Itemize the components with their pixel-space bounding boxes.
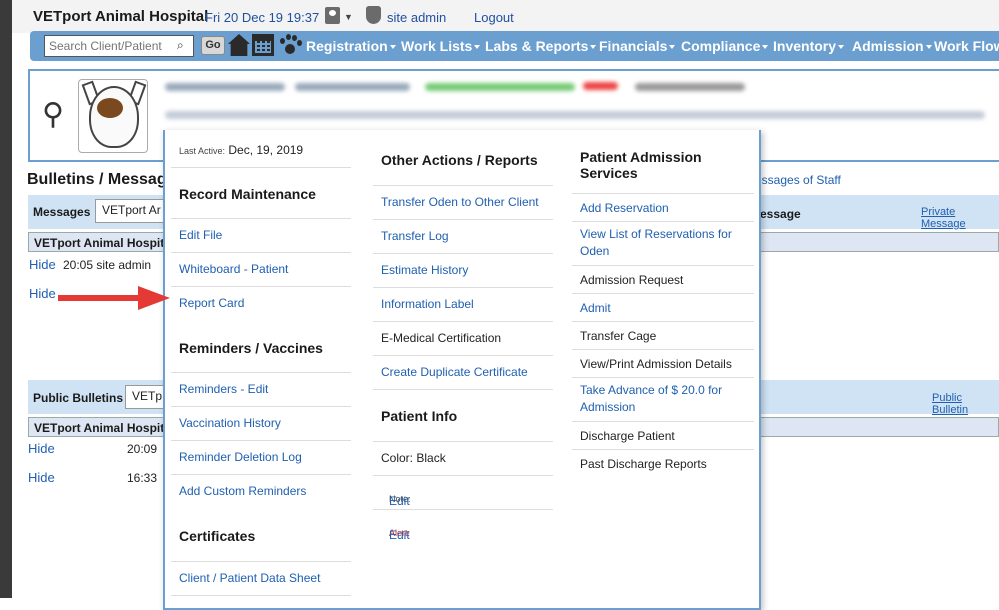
- menu-registration[interactable]: Registration: [306, 38, 396, 54]
- menu-work-lists[interactable]: Work Lists: [401, 38, 480, 54]
- view-reservations-link[interactable]: View List of Reservations for Oden: [572, 222, 754, 266]
- information-label-link[interactable]: Information Label: [373, 288, 553, 322]
- e-medical-certification-link[interactable]: E-Medical Certification: [373, 322, 553, 356]
- public-bulletin-link[interactable]: Public Bulletin: [932, 392, 999, 416]
- add-reservation-link[interactable]: Add Reservation: [572, 194, 754, 222]
- admit-link[interactable]: Admit: [572, 294, 754, 322]
- public-bulletins-label: Public Bulletins: [33, 391, 124, 405]
- alert-edit-link[interactable]: Edit: [389, 528, 545, 542]
- reminder-deletion-log-link[interactable]: Reminder Deletion Log: [171, 441, 351, 475]
- patient-info-heading: Patient Info: [381, 408, 458, 424]
- paw-icon[interactable]: [278, 34, 302, 56]
- spayed-female-icon: ⚲: [42, 98, 64, 131]
- message-column-header: essage: [760, 207, 801, 221]
- main-nav: ⌕ Go Registration Work Lists Labs & Repo…: [30, 31, 999, 61]
- reminders-heading: Reminders / Vaccines: [179, 340, 323, 356]
- patient-actions-popup: Last Active: Dec, 19, 2019 Record Mainte…: [163, 130, 761, 610]
- discharge-patient-link[interactable]: Discharge Patient: [572, 422, 754, 450]
- create-duplicate-certificate-link[interactable]: Create Duplicate Certificate: [373, 356, 553, 390]
- admission-heading: Patient Admission Services: [580, 149, 702, 181]
- search-icon[interactable]: ⌕: [177, 38, 184, 53]
- blurred-client-info: [165, 83, 285, 91]
- staff-messages-link[interactable]: essages of Staff: [755, 173, 841, 187]
- search-input[interactable]: [44, 35, 194, 57]
- go-button[interactable]: Go: [201, 36, 225, 55]
- patient-avatar[interactable]: [78, 79, 148, 153]
- hospital-name: VETport Animal Hospital: [33, 8, 209, 25]
- public-hospital-header: VETport Animal Hospit: [34, 421, 165, 435]
- blurred-test-badge: [583, 82, 618, 90]
- messages-hospital-header: VETport Animal Hospit: [34, 236, 165, 250]
- top-bar: VETport Animal Hospital Fri 20 Dec 19 19…: [12, 0, 999, 33]
- hide-link[interactable]: Hide: [29, 286, 56, 301]
- left-edge-bar: [0, 0, 12, 598]
- home-icon[interactable]: [228, 34, 250, 56]
- report-card-link[interactable]: Report Card: [171, 287, 351, 321]
- red-arrow-annotation: [58, 286, 170, 310]
- edit-file-link[interactable]: Edit File: [171, 219, 351, 253]
- view-print-admission-link[interactable]: View/Print Admission Details: [572, 350, 754, 378]
- blurred-accounting: [635, 83, 745, 91]
- blurred-email-status: [425, 83, 575, 91]
- logout-link[interactable]: Logout: [474, 10, 514, 25]
- certificates-heading: Certificates: [179, 528, 256, 544]
- whiteboard-patient-link[interactable]: Whiteboard - Patient: [171, 253, 351, 287]
- datetime: Fri 20 Dec 19 19:37: [205, 10, 320, 25]
- menu-labs-reports[interactable]: Labs & Reports: [485, 38, 596, 54]
- add-custom-reminders-link[interactable]: Add Custom Reminders: [171, 475, 351, 509]
- bulletin-time: 16:33: [127, 471, 158, 485]
- menu-financials[interactable]: Financials: [599, 38, 675, 54]
- message-text: 20:05 site admin: [63, 258, 152, 272]
- patient-color: Color: Black: [373, 442, 553, 476]
- record-maintenance-heading: Record Maintenance: [179, 186, 316, 202]
- transfer-oden-link[interactable]: Transfer Oden to Other Client: [373, 186, 553, 220]
- user-menu[interactable]: site admin: [387, 10, 446, 25]
- chevron-down-icon[interactable]: ▼: [344, 12, 353, 22]
- messages-select[interactable]: VETport Ar: [95, 199, 170, 223]
- menu-admission[interactable]: Admission: [852, 38, 932, 54]
- hide-link[interactable]: Hide: [28, 470, 55, 485]
- other-actions-heading: Other Actions / Reports: [381, 152, 538, 168]
- blurred-phone: [295, 83, 410, 91]
- past-discharge-reports-link[interactable]: Past Discharge Reports: [572, 450, 754, 478]
- alert-row[interactable]: Alert: Edit: [373, 510, 553, 544]
- take-advance-link[interactable]: Take Advance of $ 20.0 for Admission: [572, 378, 754, 422]
- estimate-history-link[interactable]: Estimate History: [373, 254, 553, 288]
- note-row[interactable]: Note: Edit: [373, 476, 553, 510]
- bulletin-time: 20:09: [127, 442, 158, 456]
- menu-inventory[interactable]: Inventory: [773, 38, 844, 54]
- menu-work-flow[interactable]: Work Flow: [934, 38, 999, 54]
- reminders-edit-link[interactable]: Reminders - Edit: [171, 373, 351, 407]
- menu-compliance[interactable]: Compliance: [681, 38, 768, 54]
- vaccination-history-link[interactable]: Vaccination History: [171, 407, 351, 441]
- hide-link[interactable]: Hide: [29, 257, 56, 272]
- messages-label: Messages: [33, 205, 91, 219]
- admission-request-link[interactable]: Admission Request: [572, 266, 754, 294]
- client-patient-data-sheet-link[interactable]: Client / Patient Data Sheet: [171, 562, 351, 596]
- note-edit-link[interactable]: Edit: [389, 494, 545, 508]
- transfer-cage-link[interactable]: Transfer Cage: [572, 322, 754, 350]
- private-message-link[interactable]: Private Message: [921, 206, 999, 230]
- calendar-icon[interactable]: [252, 34, 274, 56]
- last-active: Last Active: Dec, 19, 2019: [179, 143, 304, 157]
- hide-link[interactable]: Hide: [28, 441, 55, 456]
- bulletins-title: Bulletins / Messag: [27, 171, 167, 188]
- shield-icon: [366, 6, 381, 24]
- user-card-icon[interactable]: [325, 7, 340, 24]
- transfer-log-link[interactable]: Transfer Log: [373, 220, 553, 254]
- blurred-patient-details: [165, 111, 985, 119]
